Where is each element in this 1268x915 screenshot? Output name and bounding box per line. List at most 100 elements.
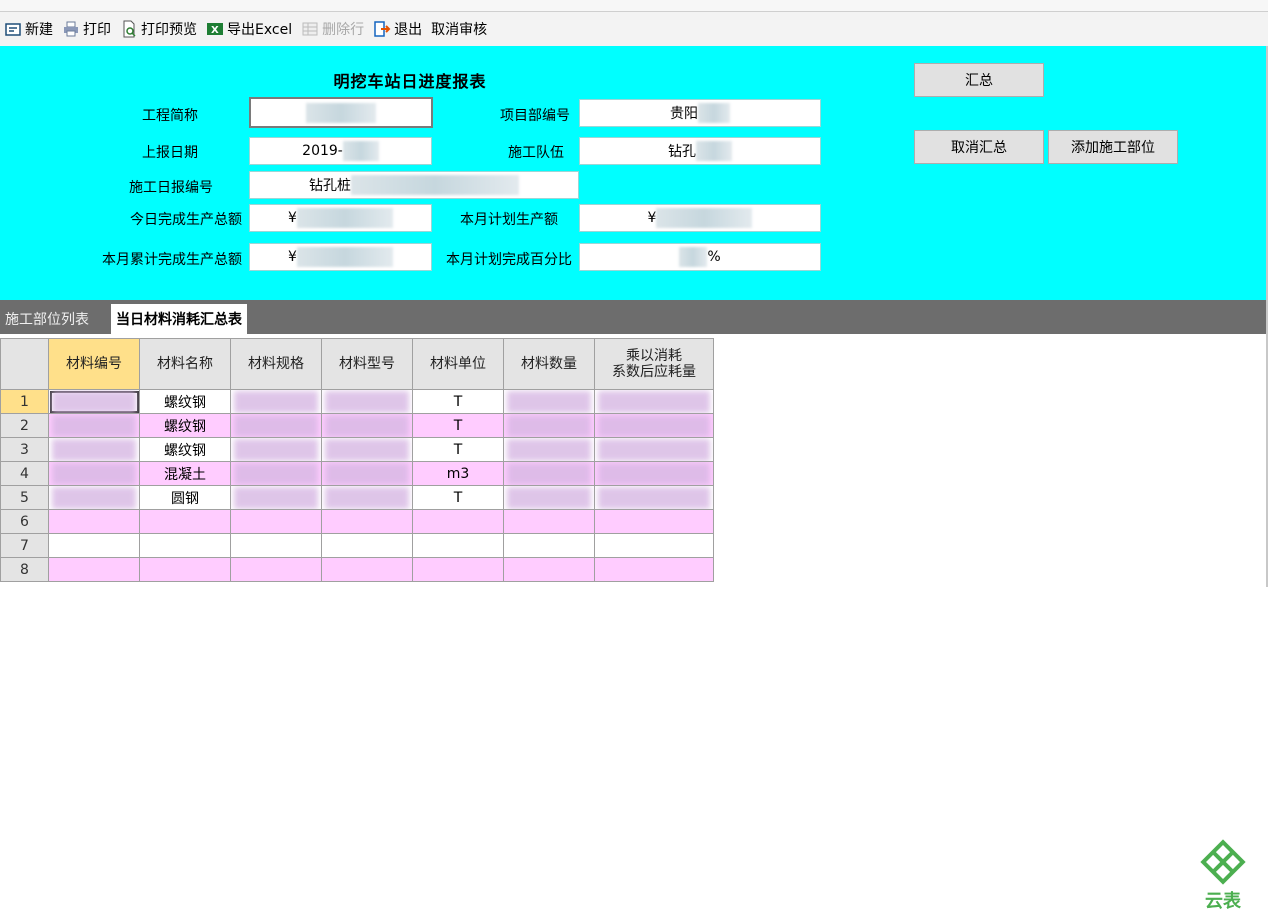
cell-material-unit[interactable]: T [412, 485, 504, 510]
cell-material-qty[interactable] [503, 437, 595, 462]
cell-material-spec[interactable] [230, 557, 322, 582]
cell-consumption[interactable] [594, 509, 714, 534]
cell-material-model[interactable] [321, 485, 413, 510]
cell-material-name[interactable] [139, 509, 231, 534]
cell-material-code[interactable] [48, 557, 140, 582]
cell-material-model[interactable] [321, 413, 413, 438]
cell-consumption[interactable] [594, 389, 714, 414]
cell-consumption[interactable] [594, 485, 714, 510]
row-header[interactable]: 2 [0, 413, 49, 438]
cell-material-code[interactable] [48, 437, 140, 462]
cell-material-unit[interactable]: m3 [412, 461, 504, 486]
row-header[interactable]: 4 [0, 461, 49, 486]
col-header-material-name[interactable]: 材料名称 [139, 338, 231, 390]
redacted-value [598, 486, 710, 509]
cell-material-spec[interactable] [230, 533, 322, 558]
cell-material-model[interactable] [321, 389, 413, 414]
cell-material-name[interactable] [139, 533, 231, 558]
cell-material-name[interactable]: 螺纹钢 [139, 413, 231, 438]
cell-material-spec[interactable] [230, 413, 322, 438]
tab-parts-list[interactable]: 施工部位列表 [0, 304, 94, 334]
cell-material-unit[interactable] [412, 509, 504, 534]
construction-team-field[interactable]: 钻孔 [579, 137, 821, 165]
col-header-consumption[interactable]: 乘以消耗 系数后应耗量 [594, 338, 714, 390]
month-cumulative-field[interactable]: ¥ [249, 243, 432, 271]
cell-material-unit[interactable]: T [412, 413, 504, 438]
cell-consumption[interactable] [594, 557, 714, 582]
cell-material-qty[interactable] [503, 485, 595, 510]
cell-material-model[interactable] [321, 461, 413, 486]
cell-material-model[interactable] [321, 509, 413, 534]
cell-material-name[interactable] [139, 557, 231, 582]
row-header[interactable]: 8 [0, 557, 49, 582]
cell-material-spec[interactable] [230, 437, 322, 462]
col-header-material-code[interactable]: 材料编号 [48, 338, 140, 390]
row-header[interactable]: 7 [0, 533, 49, 558]
tab-material-summary[interactable]: 当日材料消耗汇总表 [111, 304, 247, 334]
summary-button[interactable]: 汇总 [914, 63, 1044, 97]
cell-consumption[interactable] [594, 461, 714, 486]
cell-material-code[interactable] [48, 461, 140, 486]
cell-material-spec[interactable] [230, 485, 322, 510]
row-header[interactable]: 3 [0, 437, 49, 462]
cell-material-qty[interactable] [503, 509, 595, 534]
row-header[interactable]: 5 [0, 485, 49, 510]
col-header-material-qty[interactable]: 材料数量 [503, 338, 595, 390]
cell-material-model[interactable] [321, 437, 413, 462]
redacted-value [598, 462, 710, 485]
today-total-field[interactable]: ¥ [249, 204, 432, 232]
cell-material-code[interactable] [48, 533, 140, 558]
row-header[interactable]: 1 [0, 389, 49, 414]
print-button[interactable]: 打印 [62, 19, 111, 39]
cell-material-model[interactable] [321, 533, 413, 558]
daily-report-no-field[interactable]: 钻孔桩 [249, 171, 579, 199]
row-header[interactable]: 6 [0, 509, 49, 534]
project-dept-no-field[interactable]: 贵阳 [579, 99, 821, 127]
cell-material-qty[interactable] [503, 461, 595, 486]
redacted-value [698, 103, 730, 123]
cell-material-model[interactable] [321, 557, 413, 582]
redacted-value [598, 390, 710, 413]
new-button[interactable]: 新建 [4, 19, 53, 39]
cell-consumption[interactable] [594, 413, 714, 438]
cell-material-unit[interactable] [412, 533, 504, 558]
cell-material-code[interactable] [48, 413, 140, 438]
delete-row-button[interactable]: 删除行 [301, 19, 364, 39]
cell-material-qty[interactable] [503, 389, 595, 414]
export-excel-button[interactable]: X 导出Excel [206, 19, 292, 39]
cell-consumption[interactable] [594, 533, 714, 558]
month-plan-pct-field[interactable]: % [579, 243, 821, 271]
printer-icon [64, 21, 78, 37]
table-row: 7 [0, 533, 714, 558]
cell-material-name[interactable]: 圆钢 [139, 485, 231, 510]
cell-material-spec[interactable] [230, 461, 322, 486]
cell-material-unit[interactable]: T [412, 389, 504, 414]
cell-material-unit[interactable]: T [412, 437, 504, 462]
print-preview-button[interactable]: 打印预览 [120, 19, 197, 39]
cell-material-qty[interactable] [503, 557, 595, 582]
cell-material-name[interactable]: 螺纹钢 [139, 389, 231, 414]
project-short-name-field[interactable] [249, 97, 433, 128]
cell-material-spec[interactable] [230, 389, 322, 414]
cell-material-unit[interactable] [412, 557, 504, 582]
table-row: 5 圆钢 T [0, 485, 714, 510]
cell-material-code[interactable] [48, 485, 140, 510]
cell-material-spec[interactable] [230, 509, 322, 534]
cell-material-name[interactable]: 混凝土 [139, 461, 231, 486]
cancel-summary-button[interactable]: 取消汇总 [914, 130, 1044, 164]
cell-material-code[interactable] [48, 389, 140, 414]
col-header-material-unit[interactable]: 材料单位 [412, 338, 504, 390]
cell-consumption[interactable] [594, 437, 714, 462]
cancel-review-button[interactable]: 取消审核 [431, 19, 487, 39]
month-plan-field[interactable]: ¥ [579, 204, 821, 232]
grid-body: 1 螺纹钢 T 2 螺纹钢 T 3 螺纹钢 T 4 混凝土 m3 5 圆钢 T 6 7 8 [0, 389, 714, 582]
cell-material-code[interactable] [48, 509, 140, 534]
exit-button[interactable]: 退出 [373, 19, 422, 39]
cell-material-name[interactable]: 螺纹钢 [139, 437, 231, 462]
report-date-field[interactable]: 2019- [249, 137, 432, 165]
add-part-button[interactable]: 添加施工部位 [1048, 130, 1178, 164]
cell-material-qty[interactable] [503, 413, 595, 438]
col-header-material-spec[interactable]: 材料规格 [230, 338, 322, 390]
cell-material-qty[interactable] [503, 533, 595, 558]
col-header-material-model[interactable]: 材料型号 [321, 338, 413, 390]
